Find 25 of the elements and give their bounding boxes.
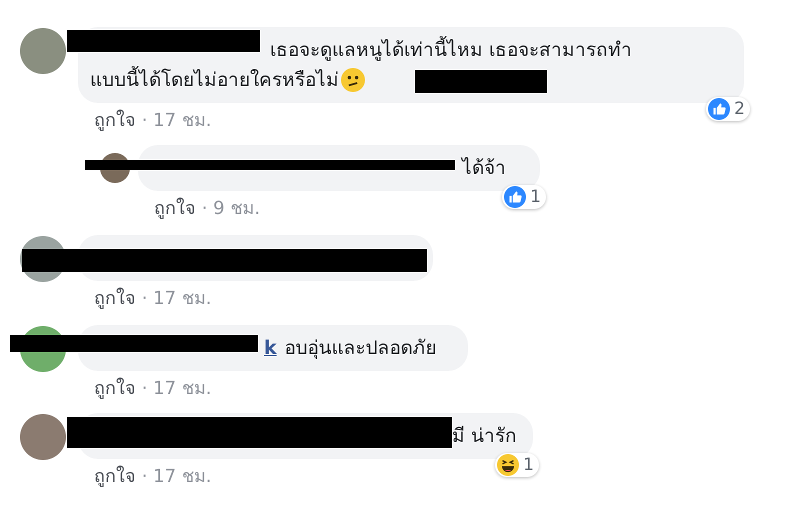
like-link[interactable]: ถูกใจ — [94, 110, 136, 131]
like-link[interactable]: ถูกใจ — [94, 288, 136, 309]
comment-time: · 9 ชม. — [202, 198, 260, 219]
thumbs-up-icon — [504, 186, 526, 208]
author-name[interactable]: k — [264, 333, 277, 363]
thumbs-up-icon — [708, 98, 730, 120]
avatar[interactable] — [20, 28, 66, 74]
reaction-count[interactable]: 1 — [502, 185, 546, 209]
comment-text: แบบนี้ได้โดยไม่อายใครหรือไม่ — [90, 65, 339, 95]
like-link[interactable]: ถูกใจ — [154, 198, 196, 219]
comment-time: · 17 ชม. — [142, 466, 212, 487]
like-link[interactable]: ถูกใจ — [94, 466, 136, 487]
comment-text: อบอุ่นและปลอดภัย — [284, 336, 437, 361]
like-link[interactable]: ถูกใจ — [94, 378, 136, 399]
comment-text: มี น่ารัก — [452, 424, 518, 449]
comment-text: ได้จ้า — [462, 156, 506, 181]
avatar[interactable] — [20, 414, 66, 460]
laughing-emoji-icon — [497, 454, 520, 476]
comment-time: · 17 ชม. — [142, 110, 212, 131]
reaction-count[interactable]: 2 — [706, 97, 750, 121]
comment-time: · 17 ชม. — [142, 378, 212, 399]
comment-text: เธอจะดูแลหนูได้เท่านี้ไหม เธอจะสามารถทำ — [270, 35, 632, 65]
reaction-count[interactable]: 1 — [495, 453, 539, 477]
confused-emoji-icon — [341, 68, 365, 92]
comment-time: · 17 ชม. — [142, 288, 212, 309]
